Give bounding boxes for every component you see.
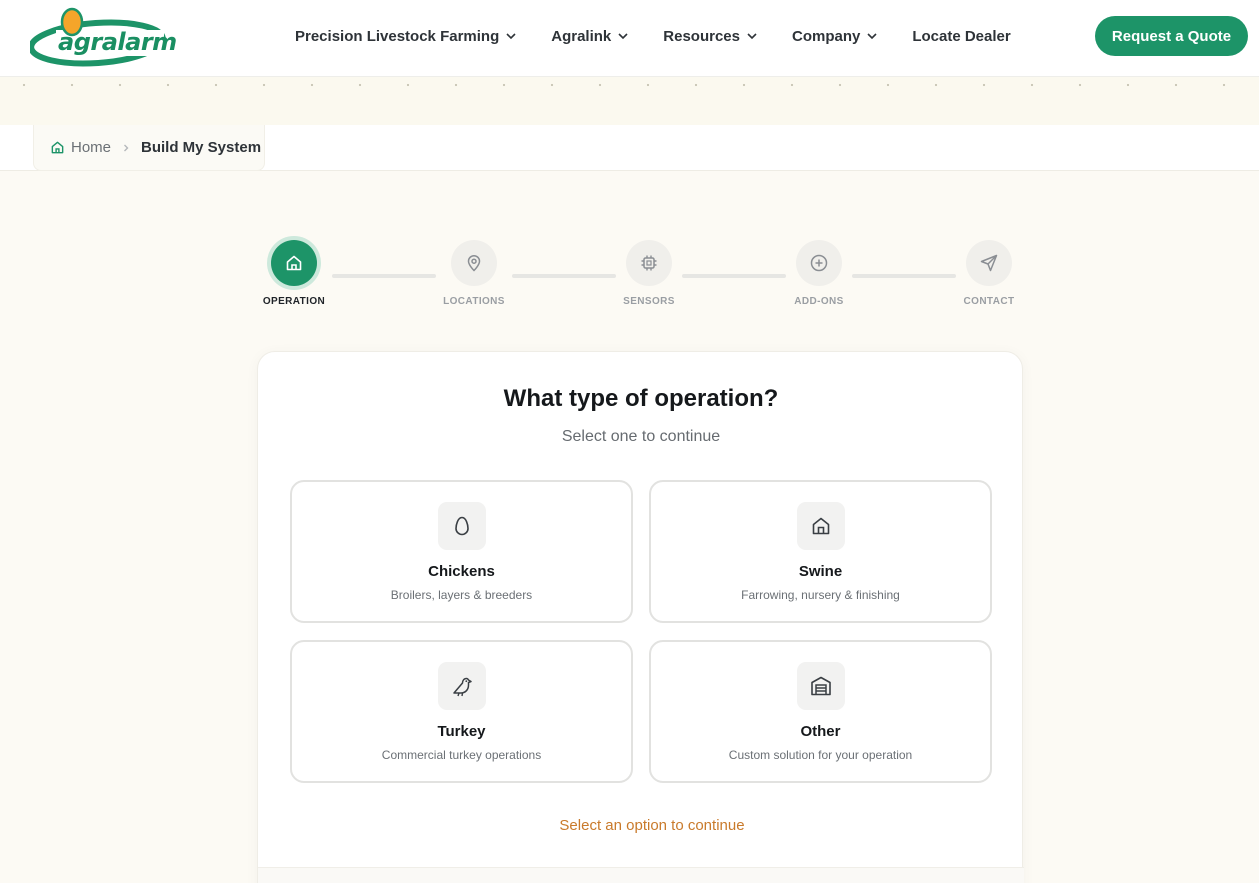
nav-company[interactable]: Company [792,28,878,45]
chevron-right-icon [121,143,131,153]
agralarm-logo[interactable]: agralarm [28,6,177,68]
step-locations[interactable]: LOCATIONS [424,240,524,307]
nav-locate-dealer[interactable]: Locate Dealer [912,28,1010,45]
option-title: Turkey [437,723,486,740]
nav-resources[interactable]: Resources [663,28,758,45]
barn-icon [796,502,845,550]
home-icon [51,141,64,154]
question-subtitle: Select one to continue [561,428,721,445]
chevron-down-icon [867,33,877,40]
chevron-down-icon [618,33,628,40]
nav-label: Agralink [551,27,612,45]
logo-wordmark: agralarm [58,28,177,56]
bird-icon [437,662,486,710]
option-swine[interactable]: Swine Farrowing, nursery & finishing [649,480,992,623]
dotted-banner [0,77,1259,125]
option-other[interactable]: Other Custom solution for your operation [649,640,992,783]
nav-agralink[interactable]: Agralink [551,28,629,45]
main-nav: Precision Livestock Farming Agralink Res… [295,0,1011,72]
nav-precision-livestock-farming[interactable]: Precision Livestock Farming [295,28,517,45]
breadcrumb-current: Build My System [141,139,262,156]
option-chickens[interactable]: Chickens Broilers, layers & breeders [290,480,633,623]
step-label: CONTACT [963,296,1015,307]
step-operation[interactable]: OPERATION [244,240,344,307]
question-title: What type of operation? [503,385,779,412]
step-label: LOCATIONS [443,296,505,307]
breadcrumb-home-link[interactable]: Home [50,139,111,156]
operation-card: What type of operation? Select one to co… [257,351,1024,883]
progress-stepper: OPERATION LOCATIONS SENSORS ADD-ONS CONT… [0,240,1259,320]
card-footer [258,867,1024,883]
send-icon [980,254,998,272]
warehouse-icon [796,662,845,710]
option-description: Custom solution for your operation [728,748,913,762]
option-description: Broilers, layers & breeders [390,588,533,602]
chevron-down-icon [506,33,516,40]
step-circle[interactable] [626,240,672,286]
step-contact[interactable]: CONTACT [939,240,1039,307]
map-pin-icon [467,255,481,272]
step-label: ADD-ONS [794,296,844,307]
option-description: Commercial turkey operations [381,748,542,762]
step-label: OPERATION [262,296,326,307]
nav-label: Locate Dealer [912,27,1011,45]
step-sensors[interactable]: SENSORS [599,240,699,307]
chevron-down-icon [747,33,757,40]
request-quote-button[interactable]: Request a Quote [1095,16,1248,56]
chip-icon [641,255,657,271]
option-title: Swine [798,563,843,580]
breadcrumb-bar: Home Build My System [0,125,1259,171]
step-circle[interactable] [796,240,842,286]
step-add-ons[interactable]: ADD-ONS [769,240,869,307]
plus-circle-icon [810,254,828,272]
breadcrumb: Home Build My System [33,125,265,171]
step-circle[interactable] [451,240,497,286]
nav-label: Precision Livestock Farming [295,27,500,45]
breadcrumb-home-label: Home [71,139,112,156]
egg-icon [437,502,486,550]
step-connector [332,274,436,278]
option-turkey[interactable]: Turkey Commercial turkey operations [290,640,633,783]
step-circle[interactable] [271,240,317,286]
home-icon [286,255,302,271]
option-title: Chickens [428,563,495,580]
nav-label: Company [791,27,861,45]
selection-hint: Select an option to continue [559,817,745,834]
option-title: Other [800,723,841,740]
step-circle[interactable] [966,240,1012,286]
nav-label: Resources [663,27,740,45]
option-description: Farrowing, nursery & finishing [741,588,900,602]
step-label: SENSORS [623,296,675,307]
site-header: agralarm Precision Livestock Farming Agr… [0,0,1259,77]
